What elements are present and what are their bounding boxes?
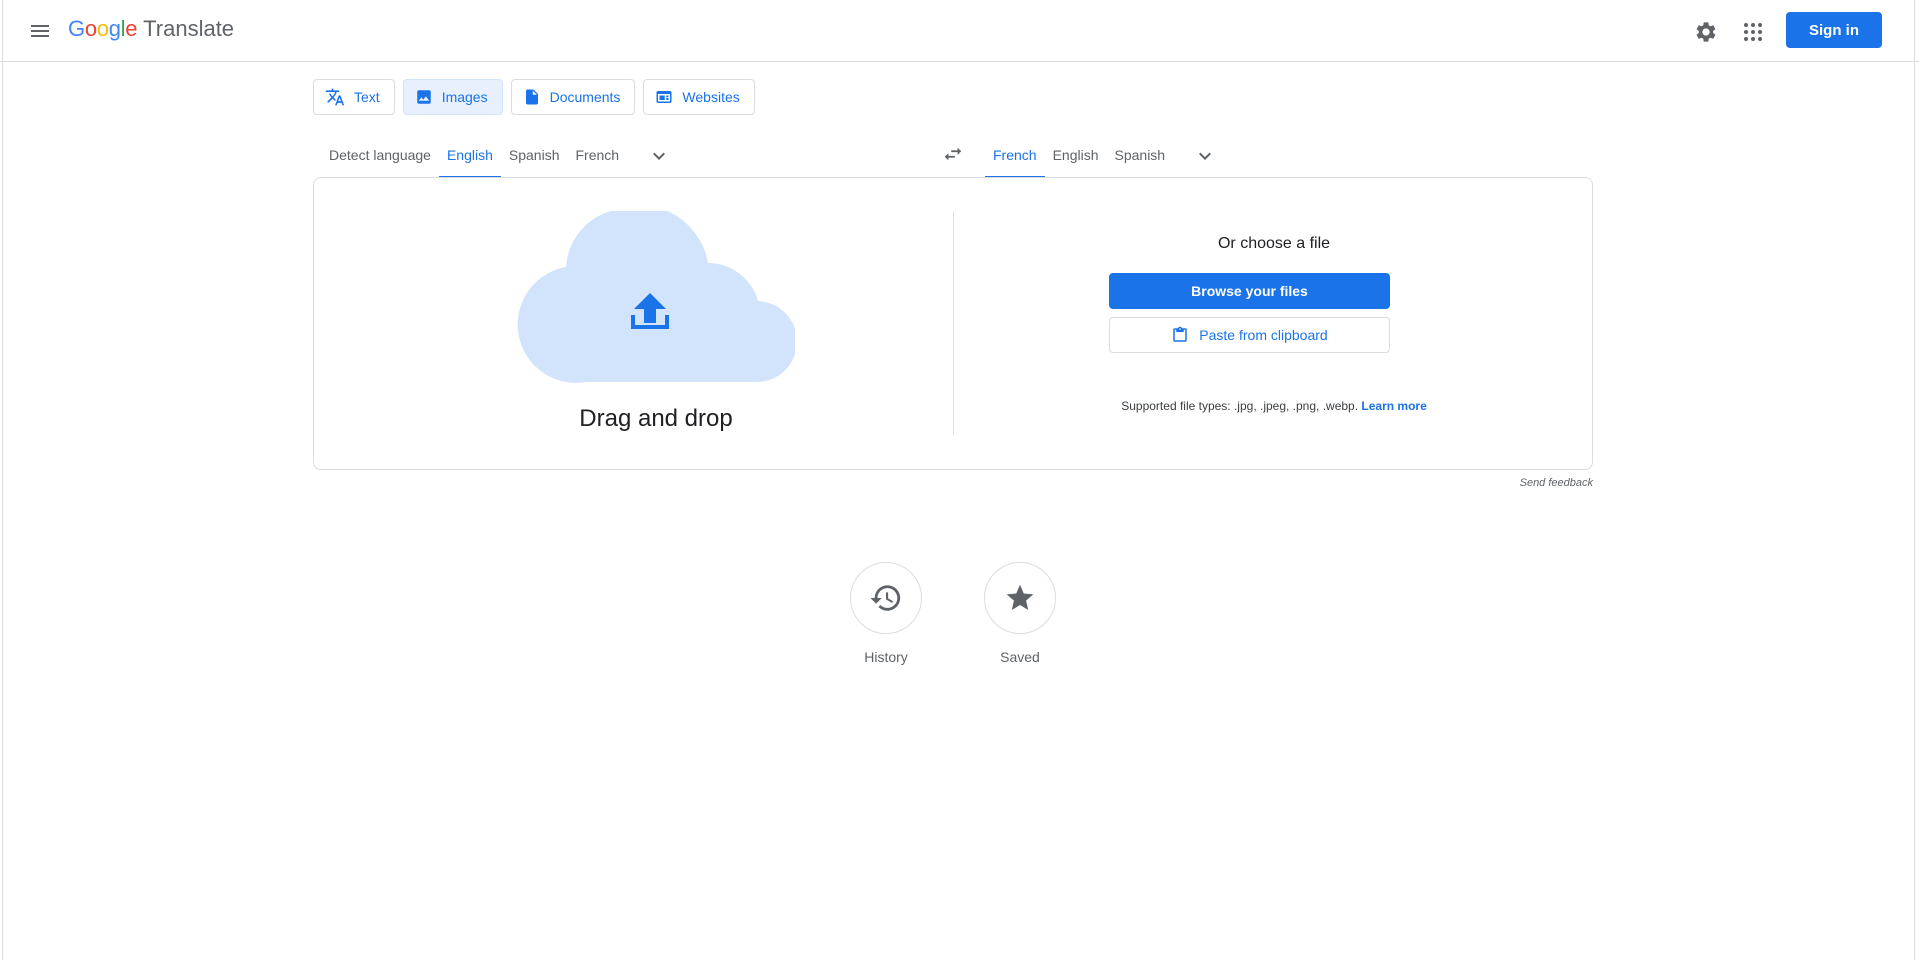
tab-websites-label: Websites — [682, 89, 739, 105]
google-translate-logo[interactable]: Google Translate — [68, 16, 234, 42]
swap-icon — [942, 143, 964, 165]
logo-letter: g — [109, 16, 121, 41]
tab-documents[interactable]: Documents — [511, 79, 636, 115]
history-icon — [869, 581, 903, 615]
chevron-down-icon — [1193, 144, 1217, 168]
tab-documents-label: Documents — [550, 89, 621, 105]
source-more-languages-button[interactable] — [639, 134, 679, 178]
apps-button[interactable] — [1733, 12, 1773, 52]
translate-icon — [325, 87, 345, 107]
clipboard-icon — [1171, 326, 1189, 344]
history-button[interactable] — [850, 562, 922, 634]
image-upload-card: Drag and drop Or choose a file Browse yo… — [313, 177, 1593, 470]
menu-icon — [28, 19, 52, 43]
document-icon — [523, 88, 541, 106]
supported-types-text: Supported file types: .jpg, .jpeg, .png,… — [1121, 399, 1358, 413]
browse-files-button[interactable]: Browse your files — [1109, 273, 1390, 309]
tab-websites[interactable]: Websites — [643, 79, 754, 115]
tab-images-label: Images — [442, 89, 488, 105]
source-lang-english[interactable]: English — [439, 134, 501, 178]
or-choose-file-text: Or choose a file — [954, 235, 1594, 253]
paste-from-clipboard-button[interactable]: Paste from clipboard — [1109, 317, 1390, 353]
apps-grid-icon — [1741, 20, 1765, 44]
send-feedback-link[interactable]: Send feedback — [1420, 477, 1593, 489]
target-lang-spanish[interactable]: Spanish — [1107, 134, 1174, 178]
main-menu-button[interactable] — [22, 13, 58, 49]
supported-file-types: Supported file types: .jpg, .jpeg, .png,… — [954, 399, 1594, 413]
target-language-bar: French English Spanish — [985, 134, 1225, 178]
history-section: History — [841, 562, 931, 665]
tab-text[interactable]: Text — [313, 79, 395, 115]
source-lang-french[interactable]: French — [567, 134, 627, 178]
logo-brand: Google — [68, 16, 137, 42]
upload-cloud-icon[interactable] — [511, 211, 795, 383]
source-language-bar: Detect language English Spanish French — [321, 134, 679, 178]
target-lang-english[interactable]: English — [1045, 134, 1107, 178]
translation-mode-tabs: Text Images Documents Websites — [313, 79, 755, 115]
history-label: History — [841, 649, 931, 665]
drag-and-drop-text: Drag and drop — [314, 405, 998, 433]
saved-section: Saved — [975, 562, 1065, 665]
logo-letter: e — [125, 16, 137, 41]
source-lang-spanish[interactable]: Spanish — [501, 134, 568, 178]
star-icon — [1004, 582, 1036, 614]
sign-in-button[interactable]: Sign in — [1786, 12, 1882, 48]
logo-letter: o — [97, 16, 109, 41]
logo-product-name: Translate — [143, 16, 234, 42]
swap-languages-button[interactable] — [933, 134, 973, 174]
website-icon — [655, 88, 673, 106]
source-lang-detect[interactable]: Detect language — [321, 134, 439, 178]
saved-button[interactable] — [984, 562, 1056, 634]
target-lang-french[interactable]: French — [985, 134, 1045, 178]
tab-text-label: Text — [354, 89, 380, 105]
chevron-down-icon — [647, 144, 671, 168]
gear-icon — [1694, 20, 1718, 44]
app-header: Google Translate Sign in — [0, 0, 1919, 62]
target-more-languages-button[interactable] — [1185, 134, 1225, 178]
learn-more-link[interactable]: Learn more — [1361, 399, 1426, 413]
logo-letter: G — [68, 16, 85, 41]
settings-button[interactable] — [1686, 12, 1726, 52]
image-icon — [415, 88, 433, 106]
logo-letter: o — [85, 16, 97, 41]
tab-images[interactable]: Images — [403, 79, 503, 115]
saved-label: Saved — [975, 649, 1065, 665]
paste-label: Paste from clipboard — [1199, 327, 1327, 343]
